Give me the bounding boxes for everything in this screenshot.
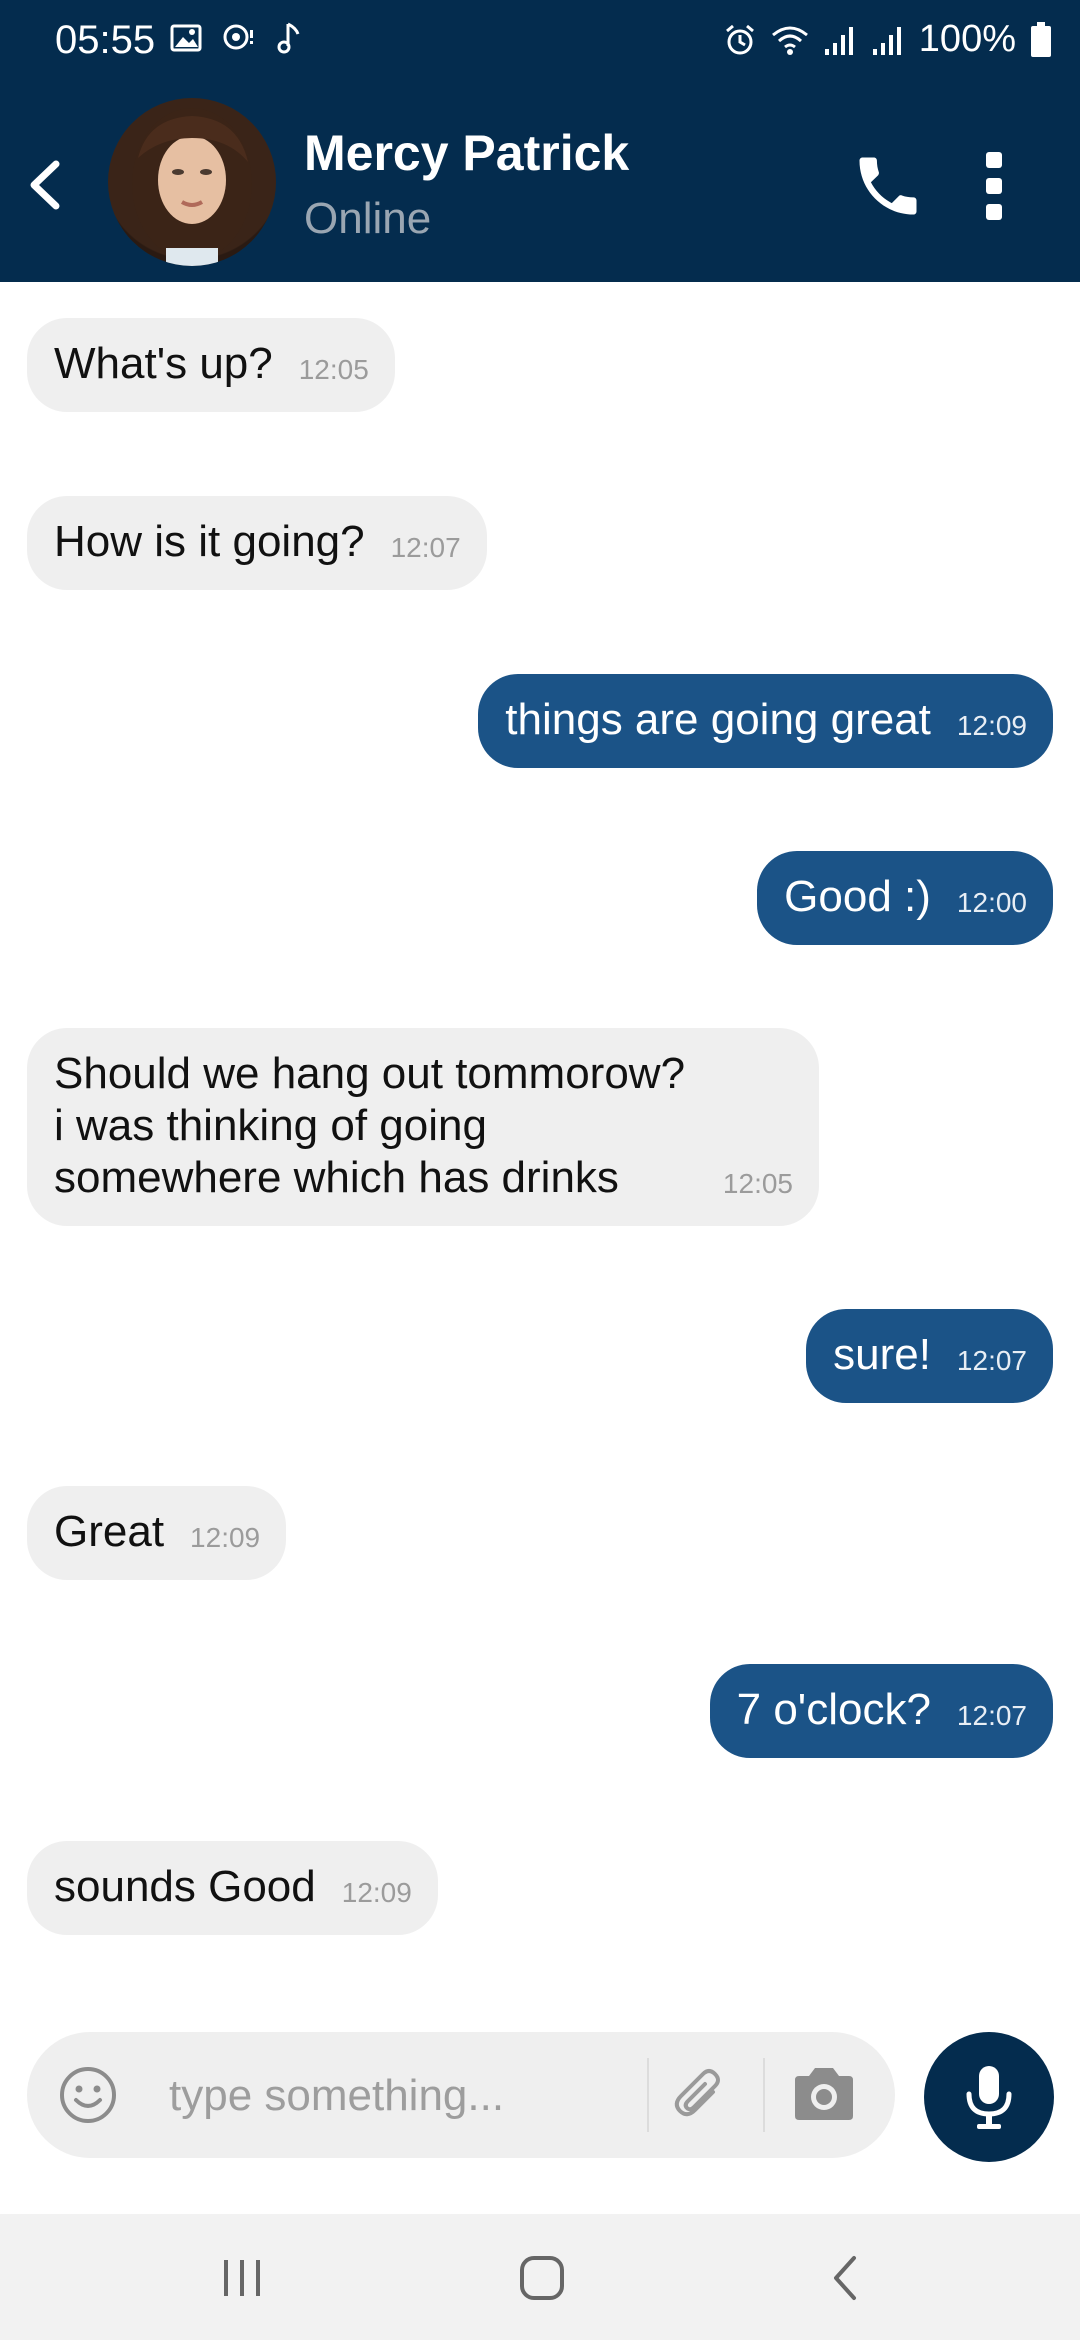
- message-text: sounds Good: [54, 1862, 316, 1911]
- message-incoming[interactable]: Should we hang out tommorow? i was think…: [27, 1028, 819, 1226]
- message-time: 12:05: [722, 1168, 793, 1199]
- battery-icon: [1031, 21, 1051, 57]
- message-time: 12:07: [956, 1700, 1027, 1731]
- signal-icon-1: [824, 26, 853, 55]
- message-incoming[interactable]: What's up? 12:05: [27, 318, 395, 412]
- message-time: 12:07: [390, 532, 461, 563]
- message-time: 12:09: [190, 1522, 261, 1553]
- podcast-notification-icon: [223, 24, 253, 50]
- message-text: What's up?: [54, 339, 273, 388]
- music-notification-icon: [277, 22, 300, 54]
- avatar-portrait: [132, 108, 252, 266]
- message-outgoing[interactable]: Good :) 12:00: [757, 851, 1053, 945]
- message-text: Great: [54, 1507, 165, 1556]
- smiley-icon: [60, 2067, 116, 2123]
- wifi-icon: [771, 26, 808, 55]
- more-options-button[interactable]: [970, 148, 1018, 224]
- message-text: 7 o'clock?: [736, 1685, 931, 1734]
- message-incoming[interactable]: Great 12:09: [27, 1486, 287, 1580]
- back-icon: [834, 2256, 856, 2300]
- avatar[interactable]: [108, 98, 276, 266]
- message-time: 12:07: [956, 1345, 1027, 1376]
- chat-header: 05:55 100% Mercy Patrick Online: [0, 0, 1080, 282]
- gallery-notification-icon: [170, 24, 202, 52]
- camera-icon: [795, 2068, 853, 2120]
- system-navigation-bar: [0, 2214, 1080, 2340]
- home-icon: [520, 2256, 564, 2300]
- message-text: Good :): [784, 872, 931, 921]
- divider: [647, 2058, 649, 2132]
- status-time: 05:55: [55, 18, 156, 62]
- emoji-button[interactable]: [57, 2064, 119, 2126]
- phone-icon: [859, 157, 917, 215]
- message-time: 12:05: [298, 354, 369, 385]
- more-vertical-icon: [986, 152, 1002, 220]
- message-composer: [27, 2032, 895, 2158]
- contact-name: Mercy Patrick: [304, 125, 630, 181]
- status-bar: 05:55 100%: [0, 0, 1080, 86]
- message-list[interactable]: What's up? 12:05 How is it going? 12:07 …: [0, 282, 1080, 2002]
- message-time: 12:09: [341, 1877, 412, 1908]
- message-text: Should we hang out tommorow? i was think…: [54, 1049, 686, 1202]
- home-button[interactable]: [512, 2250, 572, 2306]
- message-time: 12:09: [956, 710, 1027, 741]
- camera-button[interactable]: [789, 2062, 859, 2126]
- chevron-left-icon: [30, 160, 60, 210]
- contact-status: Online: [304, 194, 432, 243]
- attach-button[interactable]: [667, 2062, 731, 2126]
- battery-percent: 100%: [918, 18, 1016, 60]
- message-incoming[interactable]: How is it going? 12:07: [27, 496, 487, 590]
- signal-icon-2: [872, 26, 901, 55]
- divider: [763, 2058, 765, 2132]
- voice-record-button[interactable]: [924, 2032, 1054, 2162]
- system-back-button[interactable]: [816, 2250, 876, 2306]
- message-text: sure!: [833, 1330, 931, 1379]
- message-text: How is it going?: [54, 517, 365, 566]
- message-outgoing[interactable]: sure! 12:07: [806, 1309, 1053, 1403]
- call-button[interactable]: [850, 148, 926, 224]
- message-text: things are going great: [505, 695, 931, 744]
- back-button[interactable]: [18, 150, 68, 220]
- paperclip-icon: [674, 2069, 720, 2117]
- message-time: 12:00: [956, 887, 1027, 918]
- alarm-icon: [725, 24, 754, 54]
- message-incoming[interactable]: sounds Good 12:09: [27, 1841, 438, 1935]
- message-outgoing[interactable]: 7 o'clock? 12:07: [709, 1664, 1053, 1758]
- microphone-icon: [966, 2066, 1012, 2129]
- recents-icon: [224, 2260, 260, 2296]
- message-outgoing[interactable]: things are going great 12:09: [478, 674, 1053, 768]
- message-input[interactable]: [167, 2060, 661, 2132]
- recent-apps-button[interactable]: [212, 2250, 272, 2306]
